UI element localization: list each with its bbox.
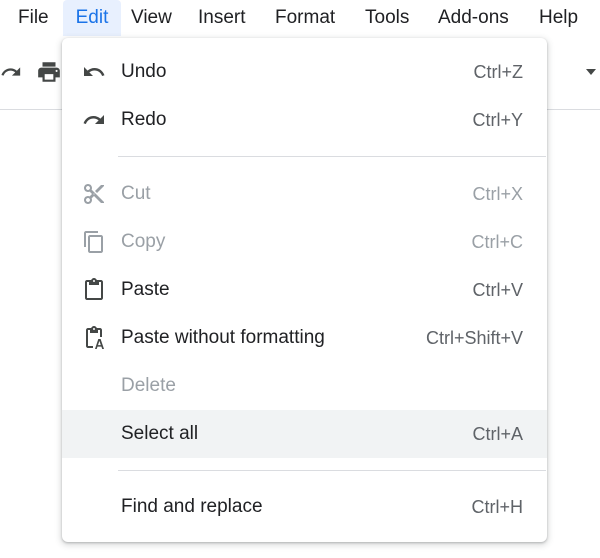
- menu-item-redo[interactable]: Redo Ctrl+Y: [62, 96, 547, 144]
- menu-item-label: Undo: [121, 61, 167, 82]
- cut-icon: [84, 184, 104, 204]
- menu-file[interactable]: File: [12, 0, 55, 36]
- menu-item-shortcut: Ctrl+H: [471, 497, 523, 517]
- menu-item-shortcut: Ctrl+Shift+V: [425, 328, 523, 348]
- menu-separator: [118, 156, 546, 157]
- menu-item-shortcut: Ctrl+V: [472, 280, 523, 300]
- undo-icon: [84, 67, 105, 76]
- menu-item-find-and-replace[interactable]: Find and replace Ctrl+H: [62, 483, 547, 531]
- menu-item-label: Delete: [121, 375, 176, 396]
- menu-help[interactable]: Help: [533, 0, 584, 36]
- menu-item-label: Cut: [121, 183, 151, 204]
- menu-item-shortcut: Ctrl+X: [472, 184, 523, 204]
- menu-item-label: Redo: [121, 109, 167, 130]
- redo-icon: [83, 115, 104, 124]
- menu-separator: [118, 470, 546, 471]
- menu-item-shortcut: Ctrl+Y: [472, 110, 523, 130]
- menu-format[interactable]: Format: [269, 0, 341, 36]
- menu-item-paste[interactable]: Paste Ctrl+V: [62, 266, 547, 314]
- menu-item-shortcut: Ctrl+Z: [473, 62, 524, 82]
- copy-icon: [84, 231, 103, 253]
- print-icon[interactable]: [36, 59, 62, 85]
- menu-item-label: Paste without formatting: [121, 327, 325, 348]
- chevron-down-icon[interactable]: [585, 67, 597, 77]
- paste-icon: [85, 278, 103, 300]
- menu-insert[interactable]: Insert: [192, 0, 252, 36]
- menu-view[interactable]: View: [125, 0, 178, 36]
- menu-item-undo[interactable]: Undo Ctrl+Z: [62, 48, 547, 96]
- edit-menu-dropdown: Undo Ctrl+Z Redo Ctrl+Y Cut Ctrl+X Copy …: [62, 38, 547, 542]
- menu-add-ons[interactable]: Add-ons: [432, 0, 515, 36]
- menu-tools[interactable]: Tools: [359, 0, 415, 36]
- menu-item-label: Paste: [121, 279, 170, 300]
- menu-edit[interactable]: Edit: [63, 0, 121, 36]
- menu-item-label: Select all: [121, 423, 199, 444]
- menu-item-cut[interactable]: Cut Ctrl+X: [62, 170, 547, 218]
- paste-plain-icon: [86, 326, 104, 349]
- redo-toolbar-icon[interactable]: [0, 60, 22, 84]
- menu-item-label: Find and replace: [121, 496, 263, 517]
- menu-item-shortcut: Ctrl+A: [472, 424, 523, 444]
- menu-item-label: Copy: [121, 231, 166, 252]
- menu-item-delete[interactable]: Delete: [62, 362, 547, 410]
- menu-item-shortcut: Ctrl+C: [471, 232, 523, 252]
- menu-item-copy[interactable]: Copy Ctrl+C: [62, 218, 547, 266]
- menu-bar: File Edit View Insert Format Tools Add-o…: [0, 0, 600, 38]
- menu-item-paste-without-formatting[interactable]: Paste without formatting Ctrl+Shift+V: [62, 314, 547, 362]
- menu-item-select-all[interactable]: Select all Ctrl+A: [62, 410, 547, 458]
